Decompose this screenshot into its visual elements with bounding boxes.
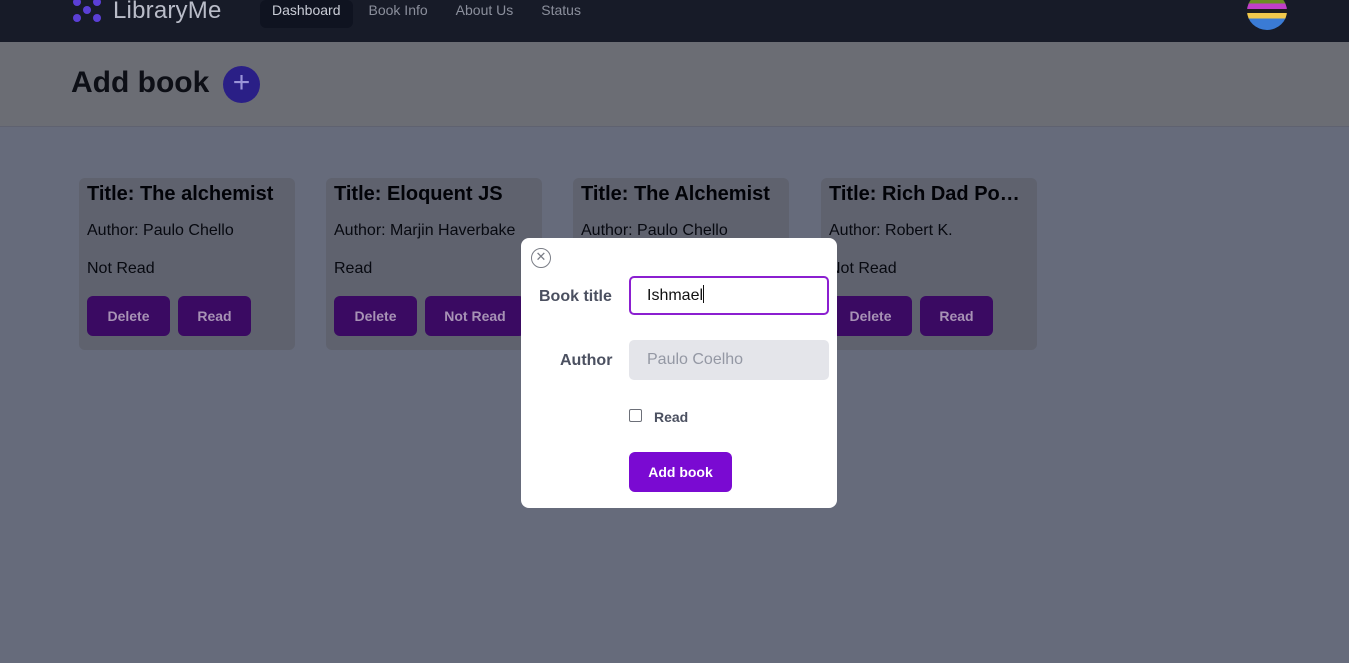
nav-link-dashboard[interactable]: Dashboard xyxy=(260,0,353,28)
nav-link-status[interactable]: Status xyxy=(529,0,593,28)
top-navbar: LibraryMe Dashboard Book Info About Us S… xyxy=(0,0,1349,42)
read-checkbox[interactable] xyxy=(629,409,642,422)
book-author: Author: Robert K. xyxy=(829,222,953,239)
book-author: Author: Marjin Haverbake xyxy=(334,222,516,239)
add-book-modal: ✕ Book title Ishmael Author Paulo Coelho… xyxy=(521,238,837,508)
book-card: Title: Eloquent JS Author: Marjin Haverb… xyxy=(326,178,542,350)
delete-button[interactable]: Delete xyxy=(87,296,170,336)
brand-name: LibraryMe xyxy=(113,0,222,24)
text-caret xyxy=(703,285,705,303)
book-title: Title: The alchemist xyxy=(87,183,274,205)
page-title: Add book xyxy=(71,66,210,99)
book-title: Title: Rich Dad Poor… xyxy=(829,183,1029,205)
close-circle-icon[interactable]: ✕ xyxy=(531,248,551,268)
author-label: Author xyxy=(560,352,613,369)
logo-icon xyxy=(71,0,103,26)
book-title-input[interactable]: Ishmael xyxy=(629,276,829,315)
book-title-value: Ishmael xyxy=(647,287,704,304)
book-card: Title: The alchemist Author: Paulo Chell… xyxy=(79,178,295,350)
author-input[interactable]: Paulo Coelho xyxy=(629,340,829,380)
toggle-read-button[interactable]: Not Read xyxy=(425,296,525,336)
book-status: Not Read xyxy=(829,260,897,277)
read-checkbox-label[interactable]: Read xyxy=(654,409,688,425)
book-status: Not Read xyxy=(87,260,155,277)
nav-link-book-info[interactable]: Book Info xyxy=(357,0,440,28)
avatar[interactable] xyxy=(1247,0,1287,30)
delete-button[interactable]: Delete xyxy=(829,296,912,336)
page-header: Add book + xyxy=(0,42,1349,127)
brand[interactable]: LibraryMe xyxy=(71,0,222,26)
delete-button[interactable]: Delete xyxy=(334,296,417,336)
add-book-button[interactable]: Add book xyxy=(629,452,732,492)
book-status: Read xyxy=(334,260,373,277)
book-title-label: Book title xyxy=(539,288,612,305)
nav-link-about-us[interactable]: About Us xyxy=(444,0,526,28)
toggle-read-button[interactable]: Read xyxy=(178,296,251,336)
nav-links: Dashboard Book Info About Us Status xyxy=(260,0,593,28)
book-author: Author: Paulo Chello xyxy=(87,222,234,239)
plus-icon[interactable]: + xyxy=(223,66,260,103)
book-card: Title: Rich Dad Poor… Author: Robert K. … xyxy=(821,178,1037,350)
book-title: Title: Eloquent JS xyxy=(334,183,503,205)
book-title: Title: The Alchemist xyxy=(581,183,770,205)
toggle-read-button[interactable]: Read xyxy=(920,296,993,336)
